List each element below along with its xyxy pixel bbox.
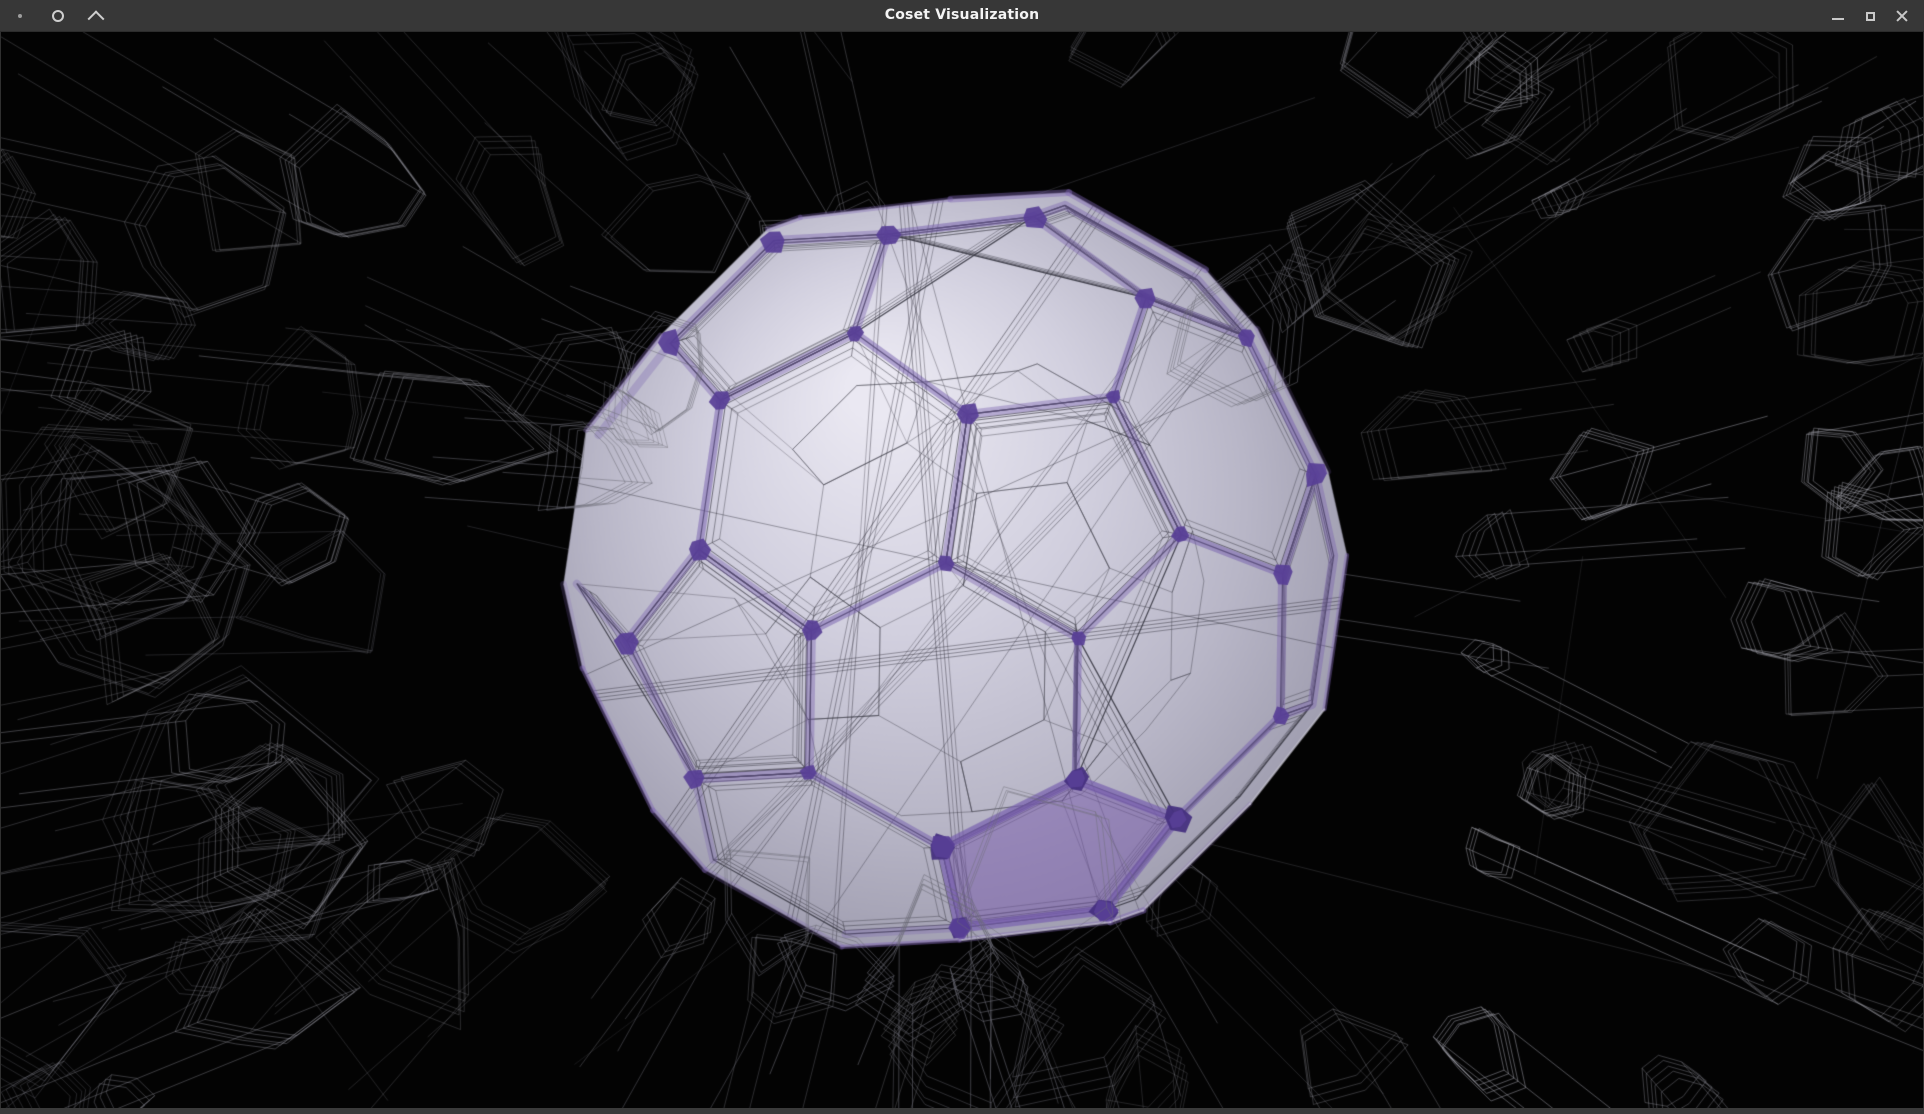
close-icon[interactable] [1890, 4, 1914, 28]
chevron-up-icon[interactable] [84, 4, 108, 28]
minimize-icon[interactable] [1826, 4, 1850, 28]
titlebar: Coset Visualization [0, 0, 1924, 32]
window-content [0, 32, 1924, 1114]
maximize-icon[interactable] [1858, 4, 1882, 28]
dot-icon[interactable] [8, 4, 32, 28]
window-bottom-border [0, 1108, 1924, 1114]
window-title: Coset Visualization [0, 0, 1924, 32]
coset-3d-viewport[interactable] [0, 32, 1924, 1114]
titlebar-right-controls [1826, 0, 1914, 32]
window-left-border [0, 32, 1, 1114]
circle-icon[interactable] [46, 4, 70, 28]
app-window: Coset Visualization [0, 0, 1924, 1114]
titlebar-left-controls [8, 0, 108, 32]
